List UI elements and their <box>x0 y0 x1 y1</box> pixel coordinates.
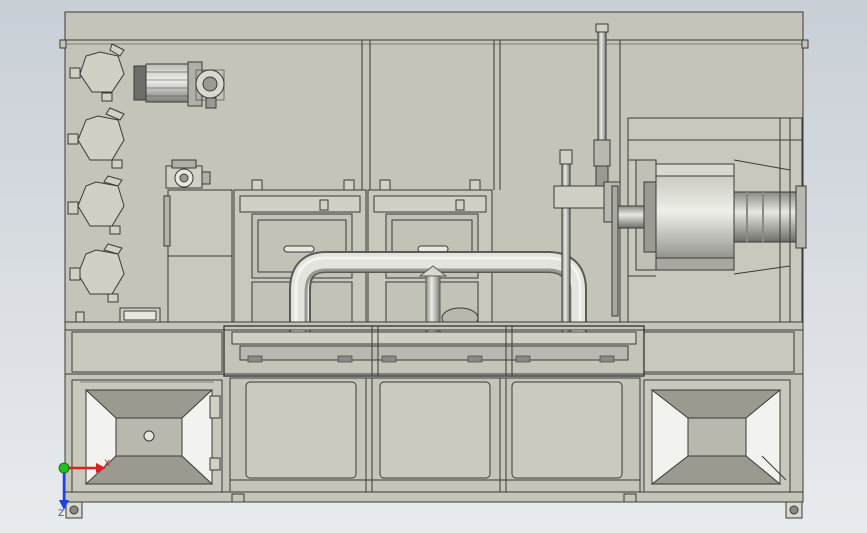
foot-left <box>65 501 83 519</box>
axis-x-label: X <box>104 459 110 469</box>
lower-cabinets <box>229 377 641 493</box>
machine-assembly <box>59 11 809 519</box>
cad-viewport[interactable]: X Z <box>0 0 867 533</box>
machine-front-view-drawing: X Z <box>0 0 867 533</box>
foot-right <box>785 501 803 519</box>
hopper-right <box>643 379 791 493</box>
axis-z-label: Z <box>58 509 64 519</box>
rotary-drum-assembly <box>617 117 807 323</box>
hopper-left <box>71 379 223 493</box>
